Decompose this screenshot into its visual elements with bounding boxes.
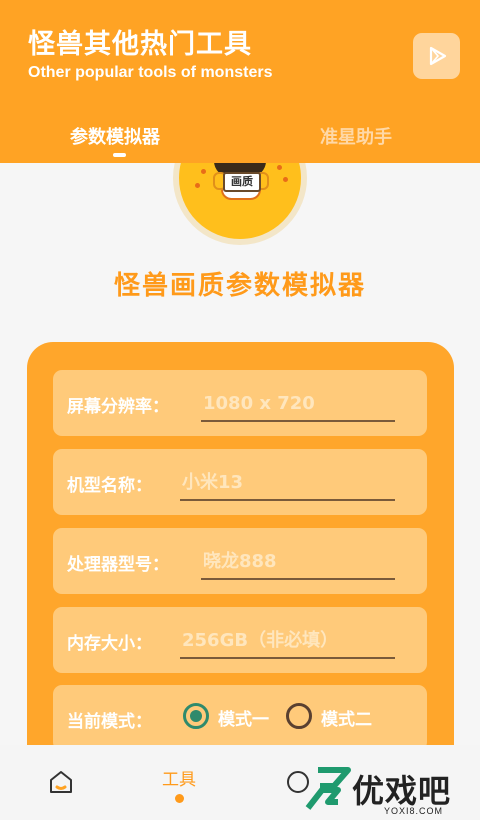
watermark: 优戏吧 YOXI8.COM xyxy=(302,760,480,820)
form-panel: 屏幕分辨率： 机型名称： 处理器型号： 内存大小： 当前模式： 模式一 模式二 xyxy=(27,342,454,762)
processor-field: 处理器型号： xyxy=(53,528,427,594)
nav-tools[interactable]: 工具 xyxy=(162,765,196,790)
nav-active-dot xyxy=(175,794,184,803)
play-icon xyxy=(429,46,446,66)
watermark-url: YOXI8.COM xyxy=(384,806,444,816)
tab-indicator xyxy=(113,153,126,157)
model-field: 机型名称： xyxy=(53,449,427,515)
page-subtitle: Other popular tools of monsters xyxy=(28,64,273,81)
model-input[interactable] xyxy=(180,467,395,501)
model-label: 机型名称： xyxy=(67,476,152,496)
play-button[interactable] xyxy=(413,33,460,79)
mode-two-radio[interactable] xyxy=(286,703,312,729)
resolution-label: 屏幕分辨率： xyxy=(67,397,169,417)
mode-one-radio[interactable] xyxy=(183,703,209,729)
processor-input[interactable] xyxy=(201,546,395,580)
logo-badge: 画质 xyxy=(223,172,261,192)
main-heading: 怪兽画质参数模拟器 xyxy=(113,271,366,301)
resolution-input[interactable] xyxy=(201,388,395,422)
mode-label: 当前模式： xyxy=(67,712,152,732)
header: 怪兽其他热门工具 Other popular tools of monsters… xyxy=(0,0,480,163)
memory-field: 内存大小： xyxy=(53,607,427,673)
processor-label: 处理器型号： xyxy=(67,555,169,575)
mode-two-label[interactable]: 模式二 xyxy=(321,705,372,730)
mode-one-label[interactable]: 模式一 xyxy=(218,705,269,730)
tab-parameter-simulator[interactable]: 参数模拟器 xyxy=(70,123,160,149)
home-icon[interactable] xyxy=(48,770,74,794)
page-title: 怪兽其他热门工具 xyxy=(28,29,252,60)
monster-logo: 画质 xyxy=(173,163,307,245)
mode-field: 当前模式： 模式一 模式二 xyxy=(53,685,427,751)
memory-input[interactable] xyxy=(180,625,395,659)
watermark-logo-icon xyxy=(305,767,351,810)
memory-label: 内存大小： xyxy=(67,634,152,654)
tab-crosshair-assistant[interactable]: 准星助手 xyxy=(320,123,392,149)
resolution-field: 屏幕分辨率： xyxy=(53,370,427,436)
